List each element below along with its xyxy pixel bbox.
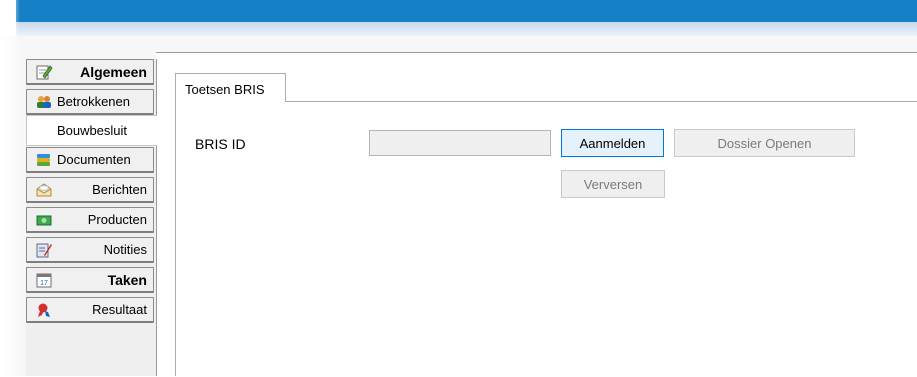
aanmelden-label: Aanmelden [579,135,646,151]
edit-icon [35,63,53,81]
sidebar-item-taken[interactable]: 17 Taken [26,267,154,293]
window-edge-fade [0,0,20,376]
sidebar-item-producten[interactable]: Producten [26,207,154,233]
money-icon [35,211,53,229]
title-bar [16,0,917,22]
verversen-button[interactable]: Verversen [561,170,665,198]
tab-divider [286,101,917,102]
dossier-openen-button[interactable]: Dossier Openen [674,129,855,157]
sidebar-item-betrokkenen[interactable]: Betrokkenen [26,89,154,115]
sidebar-item-notities[interactable]: Notities [26,237,154,263]
sidebar-item-label: Producten [87,212,147,227]
title-bar-shadow [16,22,917,36]
sidebar-item-bouwbesluit[interactable]: Bouwbesluit [26,115,157,146]
sidebar-item-label: Resultaat [92,302,147,317]
award-icon [35,301,53,319]
sidebar-item-label: Taken [107,271,147,288]
sidebar-item-label: Betrokkenen [57,94,130,109]
tab-label: Toetsen BRIS [185,82,265,97]
sidebar-item-documenten[interactable]: Documenten [26,147,154,173]
documents-icon [35,151,53,169]
sidebar-item-berichten[interactable]: Berichten [26,177,154,203]
notes-icon [35,241,53,259]
dossier-openen-label: Dossier Openen [717,135,812,151]
sidebar: Algemeen Betrokkenen Bouwbesluit Documen… [26,59,157,376]
sidebar-item-label: Notities [103,242,147,257]
people-icon [35,93,53,111]
sidebar-item-algemeen[interactable]: Algemeen [26,59,154,85]
calendar-icon: 17 [35,271,53,289]
sidebar-item-label: Algemeen [80,63,147,80]
bris-id-label: BRIS ID [195,136,246,152]
svg-text:17: 17 [40,280,48,287]
aanmelden-button[interactable]: Aanmelden [561,129,664,157]
sidebar-item-resultaat[interactable]: Resultaat [26,297,154,323]
bris-id-input[interactable] [369,130,551,156]
tab-toetsen-bris[interactable]: Toetsen BRIS [175,73,286,102]
sidebar-item-label: Bouwbesluit [56,123,128,138]
sidebar-item-label: Berichten [92,182,147,197]
envelope-icon [35,181,53,199]
verversen-label: Verversen [583,176,643,192]
sidebar-item-label: Documenten [57,152,131,167]
